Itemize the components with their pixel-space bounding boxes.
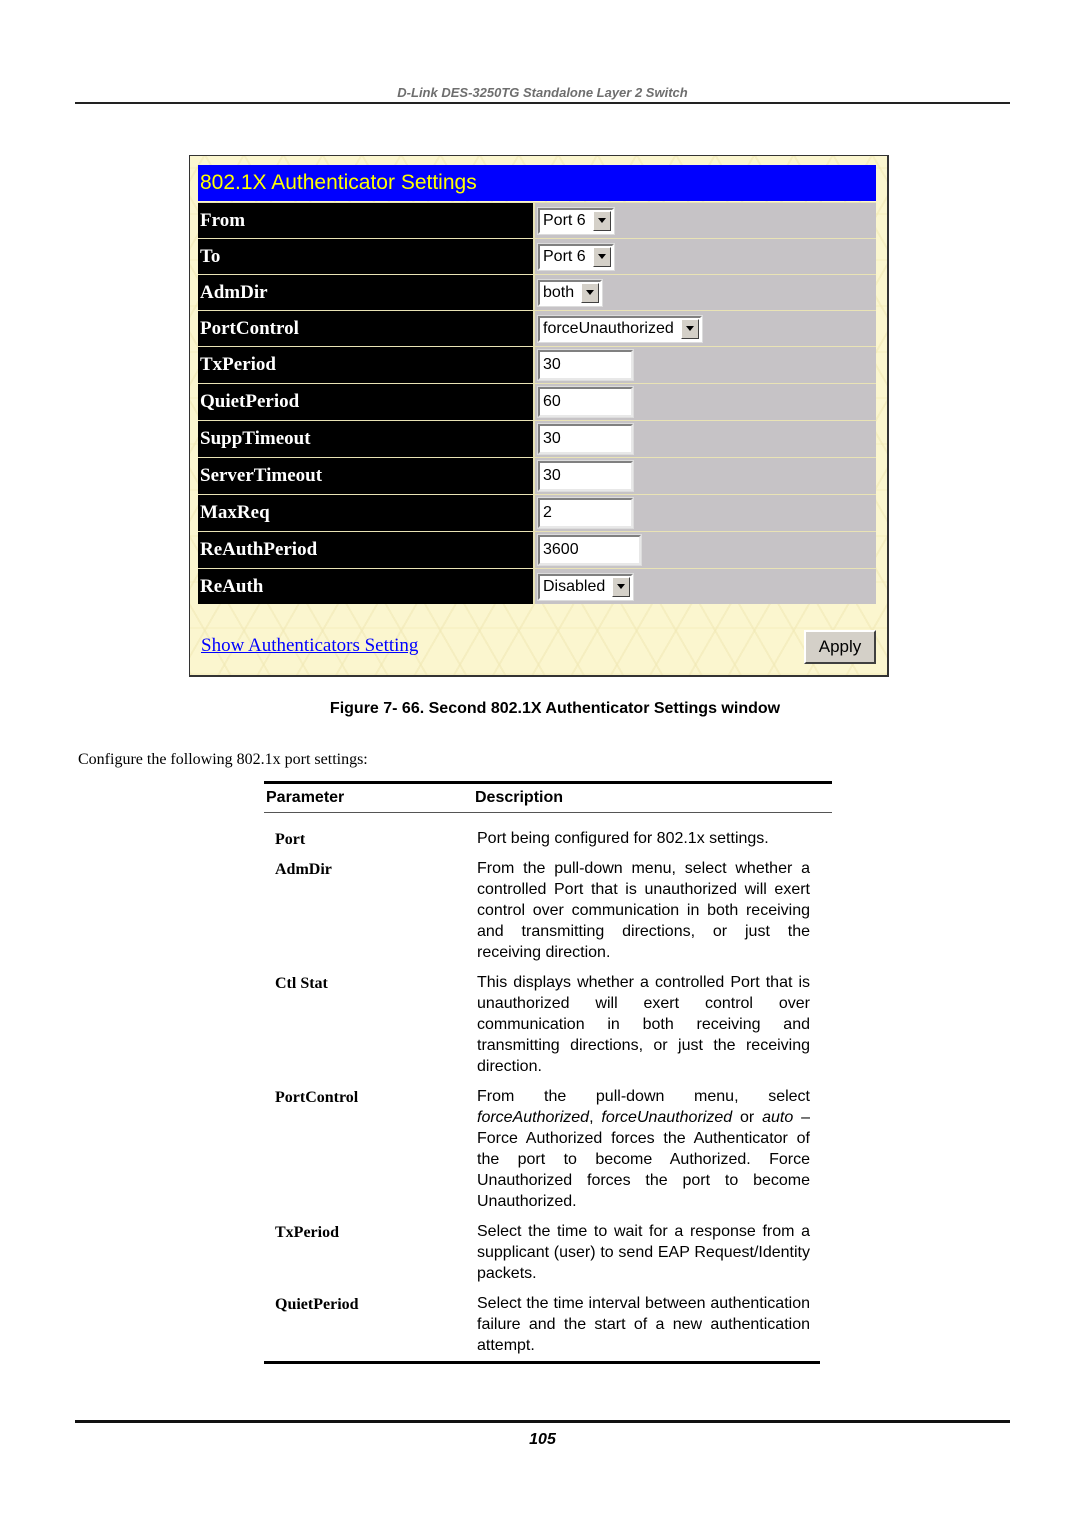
dropdown-button[interactable] bbox=[592, 210, 611, 231]
form-row-portcontrol: PortControl forceUnauthorized bbox=[198, 310, 876, 346]
form-row-maxreq: MaxReq 2 bbox=[198, 494, 876, 531]
table-row: Port Port being configured for 802.1x se… bbox=[264, 828, 832, 849]
table-row: TxPeriod Select the time to wait for a r… bbox=[264, 1221, 832, 1284]
portcontrol-label: PortControl bbox=[198, 311, 535, 346]
chevron-down-icon bbox=[597, 254, 606, 259]
form-row-quietperiod: QuietPeriod 60 bbox=[198, 383, 876, 420]
supptimeout-input[interactable]: 30 bbox=[537, 423, 634, 455]
page-number: 105 bbox=[529, 1431, 556, 1448]
portcontrol-value: forceUnauthorized bbox=[543, 319, 674, 337]
running-header: D-Link DES-3250TG Standalone Layer 2 Swi… bbox=[397, 85, 688, 100]
dropdown-button[interactable] bbox=[581, 282, 600, 303]
form-row-supptimeout: SuppTimeout 30 bbox=[198, 420, 876, 457]
param-name: PortControl bbox=[275, 1089, 359, 1106]
table-row: PortControl From the pull-down menu, sel… bbox=[264, 1086, 832, 1212]
authenticator-settings-panel: 802.1X Authenticator Settings From Port … bbox=[189, 155, 889, 677]
portcontrol-select[interactable]: forceUnauthorized bbox=[537, 314, 703, 343]
reauth-label: ReAuth bbox=[198, 569, 535, 604]
header-rule bbox=[75, 102, 1010, 104]
maxreq-input[interactable]: 2 bbox=[537, 497, 634, 529]
param-name: Ctl Stat bbox=[275, 975, 328, 992]
maxreq-label: MaxReq bbox=[198, 495, 535, 531]
dropdown-button[interactable] bbox=[612, 576, 631, 597]
footer-rule bbox=[75, 1420, 1010, 1423]
param-description: Select the time interval between authent… bbox=[477, 1295, 810, 1354]
form-row-txperiod: TxPeriod 30 bbox=[198, 346, 876, 383]
table-header: Parameter Description bbox=[264, 784, 832, 813]
from-port-select[interactable]: Port 6 bbox=[537, 206, 615, 235]
settings-form: From Port 6 To Port 6 AdmDir both PortCo… bbox=[198, 202, 876, 604]
servertimeout-label: ServerTimeout bbox=[198, 458, 535, 494]
figure-caption: Figure 7- 66. Second 802.1X Authenticato… bbox=[329, 700, 781, 717]
header-parameter: Parameter bbox=[266, 789, 345, 806]
reauthperiod-label: ReAuthPeriod bbox=[198, 532, 535, 568]
param-name: AdmDir bbox=[275, 861, 332, 878]
table-bottom-rule bbox=[264, 1361, 820, 1364]
to-port-select[interactable]: Port 6 bbox=[537, 242, 615, 271]
reauthperiod-input[interactable]: 3600 bbox=[537, 534, 642, 566]
supptimeout-label: SuppTimeout bbox=[198, 421, 535, 457]
reauth-value: Disabled bbox=[543, 577, 606, 595]
param-description: Select the time to wait for a response f… bbox=[477, 1223, 810, 1282]
panel-title: 802.1X Authenticator Settings bbox=[198, 165, 876, 201]
chevron-down-icon bbox=[685, 326, 694, 331]
admdir-select[interactable]: both bbox=[536, 278, 604, 307]
txperiod-input[interactable]: 30 bbox=[537, 349, 634, 381]
param-name: QuietPeriod bbox=[275, 1296, 359, 1313]
table-row: Ctl Stat This displays whether a control… bbox=[264, 972, 832, 1077]
param-name: TxPeriod bbox=[275, 1224, 339, 1241]
reauth-select[interactable]: Disabled bbox=[536, 572, 635, 601]
chevron-down-icon bbox=[617, 584, 626, 589]
to-port-value: Port 6 bbox=[543, 247, 586, 265]
form-row-servertimeout: ServerTimeout 30 bbox=[198, 457, 876, 494]
form-row-from: From Port 6 bbox=[198, 202, 876, 238]
dropdown-button[interactable] bbox=[592, 246, 611, 267]
param-description: From the pull-down menu, select whether … bbox=[477, 860, 810, 961]
servertimeout-input[interactable]: 30 bbox=[537, 460, 634, 492]
form-row-reauthperiod: ReAuthPeriod 3600 bbox=[198, 531, 876, 568]
header-description: Description bbox=[475, 789, 564, 806]
parameter-table: Parameter Description Port Port being co… bbox=[264, 781, 832, 1364]
to-label: To bbox=[198, 239, 535, 274]
dropdown-button[interactable] bbox=[680, 318, 699, 339]
txperiod-label: TxPeriod bbox=[198, 347, 535, 383]
show-authenticators-link[interactable]: Show Authenticators Setting bbox=[201, 635, 418, 657]
from-label: From bbox=[198, 203, 535, 238]
quietperiod-input[interactable]: 60 bbox=[537, 386, 634, 418]
form-row-reauth: ReAuth Disabled bbox=[198, 568, 876, 604]
quietperiod-label: QuietPeriod bbox=[198, 384, 535, 420]
chevron-down-icon bbox=[597, 218, 606, 223]
intro-text: Configure the following 802.1x port sett… bbox=[78, 751, 368, 768]
admdir-value: both bbox=[543, 283, 575, 301]
admdir-label: AdmDir bbox=[198, 275, 535, 310]
table-row: AdmDir From the pull-down menu, select w… bbox=[264, 858, 832, 963]
chevron-down-icon bbox=[586, 290, 595, 295]
param-description: Port being configured for 802.1x setting… bbox=[477, 830, 769, 847]
form-row-admdir: AdmDir both bbox=[198, 274, 876, 310]
apply-button[interactable]: Apply bbox=[804, 630, 876, 664]
param-description: From the pull-down menu, select forceAut… bbox=[477, 1088, 810, 1210]
table-row: QuietPeriod Select the time interval bet… bbox=[264, 1293, 832, 1356]
from-port-value: Port 6 bbox=[543, 211, 586, 229]
form-row-to: To Port 6 bbox=[198, 238, 876, 274]
param-description: This displays whether a controlled Port … bbox=[477, 974, 810, 1075]
param-name: Port bbox=[275, 831, 306, 848]
